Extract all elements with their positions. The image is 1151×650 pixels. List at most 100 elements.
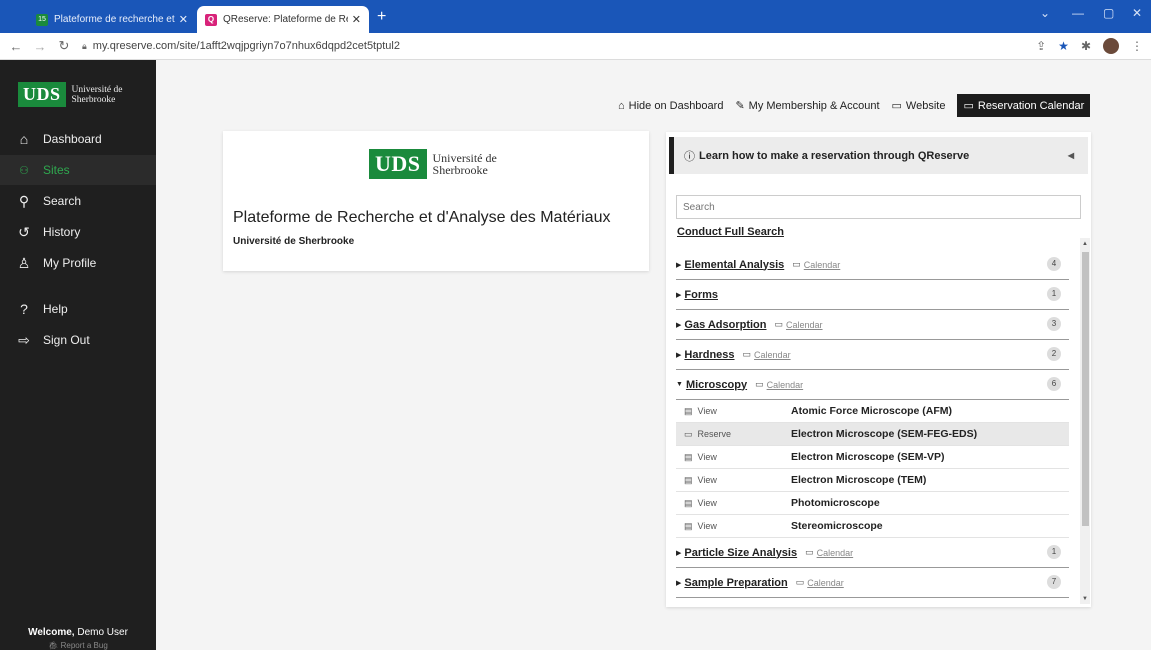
uds-logo[interactable]: UDS Université de Sherbrooke (18, 82, 122, 107)
list-item[interactable]: ▤ View Electron Microscope (TEM) (676, 469, 1069, 492)
close-tab-icon[interactable]: ✕ (352, 13, 361, 26)
close-tab-icon[interactable]: ✕ (179, 13, 188, 26)
scroll-up-icon[interactable]: ▲ (1082, 241, 1088, 247)
minimize-icon[interactable]: — (1072, 6, 1084, 20)
share-icon[interactable]: ⇪ (1036, 39, 1046, 53)
window-close-icon[interactable]: ✕ (1132, 6, 1142, 20)
url-field[interactable]: 🔒︎ my.qreserve.com/site/1afft2wqjpgriyn7… (82, 40, 400, 52)
view-button[interactable]: ▤ View (676, 406, 791, 417)
info-icon: ⓘ (684, 150, 695, 163)
sidebar-item-help[interactable]: ? Help (0, 294, 156, 324)
list-scrollbar-thumb[interactable] (1082, 252, 1089, 526)
learn-reservation-banner[interactable]: ⓘ Learn how to make a reservation throug… (669, 137, 1088, 174)
sidebar-item-dashboard[interactable]: ⌂ Dashboard (0, 124, 156, 154)
hide-on-dashboard-link[interactable]: ⌂ Hide on Dashboard (618, 100, 723, 112)
search-icon: ⚲ (18, 192, 30, 209)
view-button[interactable]: ▤ View (676, 475, 791, 486)
qreserve-favicon-icon: Q (205, 13, 217, 26)
list-icon: ▤ (684, 474, 693, 485)
site-toolbar: ⌂ Hide on Dashboard ✎ My Membership & Ac… (618, 94, 1091, 117)
reserve-button[interactable]: ▭ Reserve (676, 429, 791, 440)
view-button[interactable]: ▤ View (676, 521, 791, 532)
browser-tab-2[interactable]: Q QReserve: Plateforme de Recher ✕ (197, 6, 369, 33)
count-badge: 1 (1047, 545, 1061, 559)
reservation-calendar-button[interactable]: ▭ Reservation Calendar (957, 94, 1091, 117)
pencil-icon: ✎ (735, 100, 745, 112)
sidebar-item-signout[interactable]: ⇨ Sign Out (0, 325, 156, 355)
browser-tab-1[interactable]: 15 Plateforme de recherche et d'an ✕ (28, 6, 196, 33)
tab-search-icon[interactable]: ⌄ (1040, 6, 1050, 20)
category-microscopy[interactable]: ▼ Microscopy ▭ Calendar 6 (676, 370, 1069, 400)
full-search-link[interactable]: Conduct Full Search (677, 226, 784, 238)
sidebar-item-sites[interactable]: ⚇ Sites (0, 155, 156, 185)
category-particle-size-analysis[interactable]: ▶ Particle Size Analysis ▭ Calendar 1 (676, 538, 1069, 568)
list-item[interactable]: ▤ View Electron Microscope (SEM-VP) (676, 446, 1069, 469)
reload-icon[interactable]: ↻ (56, 38, 72, 54)
bug-icon: 🐞︎ (48, 641, 61, 650)
back-icon[interactable]: ← (8, 39, 24, 54)
category-gas-adsorption[interactable]: ▶ Gas Adsorption ▭ Calendar 3 (676, 310, 1069, 340)
help-icon: ? (20, 301, 28, 317)
site-info-card: UDS Université de Sherbrooke Plateforme d… (223, 131, 649, 271)
resource-list: ▶ Elemental Analysis ▭ Calendar 4 ▶ Forms… (676, 250, 1069, 598)
view-button[interactable]: ▤ View (676, 452, 791, 463)
caret-right-icon: ▶ (676, 261, 682, 269)
calendar-link[interactable]: ▭ Calendar (775, 319, 823, 330)
calendar-icon: ▭ (795, 577, 805, 587)
calendar-link[interactable]: ▭ Calendar (743, 349, 791, 360)
tab-title: QReserve: Plateforme de Recher (223, 14, 348, 25)
profile-avatar[interactable] (1103, 38, 1119, 54)
calendar-link[interactable]: ▭ Calendar (755, 379, 803, 390)
count-badge: 1 (1047, 287, 1061, 301)
maximize-icon[interactable]: ▢ (1103, 6, 1114, 20)
caret-right-icon: ▶ (676, 291, 682, 299)
scroll-down-icon[interactable]: ▼ (1082, 596, 1088, 602)
sidebar-item-history[interactable]: ↺ History (0, 217, 156, 247)
forward-icon[interactable]: → (32, 39, 48, 54)
list-icon: ▤ (684, 451, 693, 462)
uds-mark: UDS (369, 149, 427, 179)
membership-link[interactable]: ✎ My Membership & Account (735, 99, 879, 113)
caret-right-icon: ▶ (676, 351, 682, 359)
resource-search-input[interactable] (676, 195, 1081, 219)
list-icon: ▤ (684, 405, 693, 416)
website-link[interactable]: ▭ Website (891, 99, 946, 113)
chevron-left-icon: ◀ (1067, 151, 1074, 160)
count-badge: 7 (1047, 575, 1061, 589)
window-icon: ▭ (891, 100, 902, 112)
caret-down-icon: ▼ (676, 381, 683, 388)
extensions-icon[interactable]: ✱ (1081, 39, 1091, 53)
url-text: my.qreserve.com/site/1afft2wqjpgriyn7o7n… (92, 40, 400, 52)
site-title: Plateforme de Recherche et d'Analyse des… (233, 209, 611, 226)
welcome-text: Welcome, Demo User (28, 627, 128, 638)
category-elemental-analysis[interactable]: ▶ Elemental Analysis ▭ Calendar 4 (676, 250, 1069, 280)
category-hardness[interactable]: ▶ Hardness ▭ Calendar 2 (676, 340, 1069, 370)
uds-logo: UDS Université de Sherbrooke (369, 149, 497, 179)
category-sample-preparation[interactable]: ▶ Sample Preparation ▭ Calendar 7 (676, 568, 1069, 598)
list-item[interactable]: ▤ View Photomicroscope (676, 492, 1069, 515)
sidebar-item-profile[interactable]: ♙ My Profile (0, 248, 156, 278)
uds-name: Université de Sherbrooke (71, 84, 123, 105)
calendar-icon: ▭ (963, 100, 974, 112)
home-icon: ⌂ (618, 99, 625, 112)
list-item[interactable]: ▤ View Atomic Force Microscope (AFM) (676, 400, 1069, 423)
list-icon: ▤ (684, 497, 693, 508)
people-icon: ⚇ (19, 164, 29, 177)
bookmark-star-icon[interactable]: ★ (1058, 39, 1069, 53)
list-icon: ▤ (684, 520, 693, 531)
category-forms[interactable]: ▶ Forms 1 (676, 280, 1069, 310)
calendar-icon: ▭ (805, 547, 814, 557)
sidebar-item-search[interactable]: ⚲ Search (0, 186, 156, 216)
uds-mark: UDS (18, 82, 66, 107)
calendar-link[interactable]: ▭ Calendar (805, 547, 853, 558)
calendar-link[interactable]: ▭ Calendar (792, 259, 840, 270)
browser-menu-icon[interactable]: ⋮ (1131, 39, 1143, 53)
sidebar: UDS Université de Sherbrooke ⌂ Dashboard … (0, 60, 156, 650)
report-bug-link[interactable]: 🐞︎ Report a Bug (0, 641, 156, 650)
list-item[interactable]: ▤ View Stereomicroscope (676, 515, 1069, 538)
view-button[interactable]: ▤ View (676, 498, 791, 509)
new-tab-button[interactable]: + (377, 8, 386, 26)
list-item[interactable]: ▭ Reserve Electron Microscope (SEM-FEG-ED… (676, 423, 1069, 446)
calendar-icon: ▭ (742, 349, 752, 359)
calendar-link[interactable]: ▭ Calendar (796, 577, 844, 588)
